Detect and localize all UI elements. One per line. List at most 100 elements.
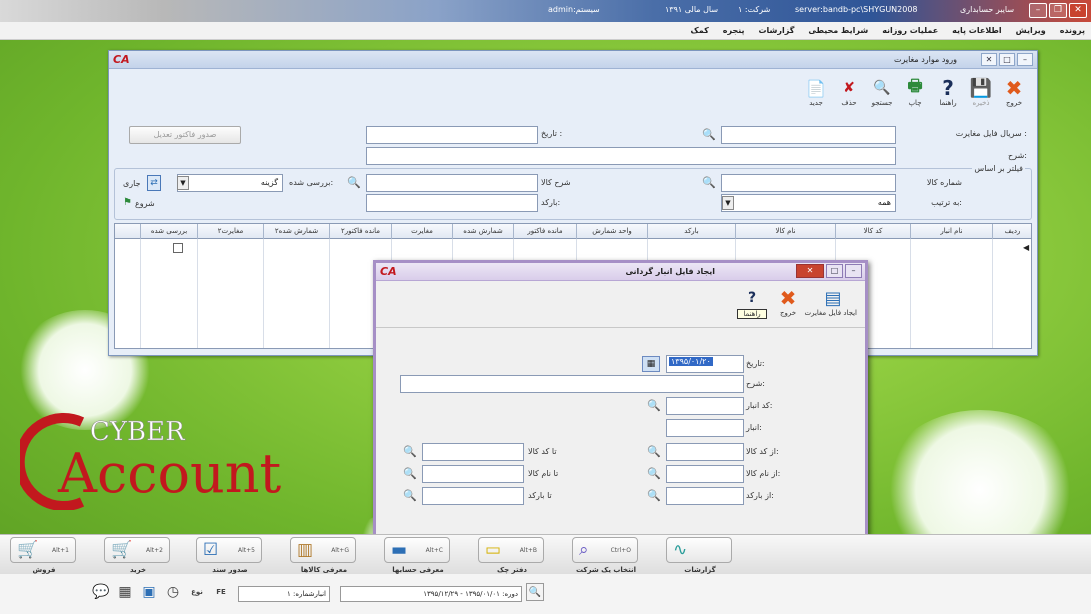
checked-select[interactable]: گزینه xyxy=(177,174,283,192)
module-reports[interactable]: ∿ xyxy=(666,537,732,563)
to-name-input[interactable] xyxy=(422,465,524,483)
description-input[interactable] xyxy=(366,147,896,165)
maximize-icon[interactable]: □ xyxy=(999,53,1015,66)
serial-input[interactable] xyxy=(721,126,896,144)
new-icon: 📄 xyxy=(806,78,826,98)
calculator-icon[interactable]: ▦ xyxy=(116,583,134,601)
to-barcode-input[interactable] xyxy=(422,487,524,505)
minimize-icon[interactable]: – xyxy=(1017,53,1033,66)
search-icon[interactable]: 🔍 xyxy=(402,488,418,504)
module-label: گزارشات xyxy=(684,566,716,574)
search-icon[interactable]: 🔍 xyxy=(346,175,362,191)
menu-reports[interactable]: گزارشات xyxy=(758,26,794,35)
to-code-input[interactable] xyxy=(422,443,524,461)
close-icon[interactable]: ✕ xyxy=(1069,3,1087,18)
date-input[interactable] xyxy=(366,126,538,144)
grid-header-cell: مغایرت۲ xyxy=(197,224,263,239)
minimize-icon[interactable]: – xyxy=(1029,3,1047,18)
search-icon[interactable]: 🔍 xyxy=(646,444,662,460)
menu-help[interactable]: کمک xyxy=(691,26,709,35)
maximize-icon[interactable]: □ xyxy=(826,264,843,278)
grid-header: ردیف نام انبار کد کالا نام کالا بارکد وا… xyxy=(115,224,1031,239)
grid-header-cell: بررسی شده xyxy=(140,224,197,239)
calendar-icon[interactable]: ▣ xyxy=(140,583,158,601)
from-code-input[interactable] xyxy=(666,443,744,461)
module-goods[interactable]: ▥ Alt+G xyxy=(290,537,356,563)
menu-edit[interactable]: ویرایش xyxy=(1016,26,1046,35)
search-icon[interactable]: 🔍 xyxy=(646,398,662,414)
menu-window[interactable]: پنجره xyxy=(723,26,745,35)
goods-desc-label: شرح کالا xyxy=(541,178,571,187)
delete-button[interactable]: ✘ حذف xyxy=(834,77,864,107)
exit-button[interactable]: ✖ خروج xyxy=(773,286,803,319)
clock-icon[interactable]: ◷ xyxy=(164,583,182,601)
help-icon: ? xyxy=(747,290,757,306)
chevron-down-icon[interactable]: ▼ xyxy=(722,196,734,210)
from-name-label: از نام کالا: xyxy=(746,469,781,478)
help-button[interactable]: ? راهنما xyxy=(933,76,963,107)
menu-environment[interactable]: شرایط محیطی xyxy=(808,26,868,35)
chevron-down-icon[interactable]: ▼ xyxy=(177,176,189,190)
flag-icon[interactable]: ⚑ xyxy=(123,197,132,208)
from-barcode-label: از بارکد: xyxy=(746,491,774,500)
grid-header-cell: شمارش شده xyxy=(452,224,513,239)
voucher-icon: ☑ xyxy=(203,540,219,560)
from-code-label: از کد کالا: xyxy=(746,447,779,456)
grid-header-cell: مانده فاکتور xyxy=(513,224,576,239)
restore-icon[interactable]: ❐ xyxy=(1049,3,1067,18)
store-input[interactable] xyxy=(666,419,744,437)
print-button[interactable]: 🖶 چاپ xyxy=(900,76,930,108)
dialog-desc-input[interactable] xyxy=(400,375,744,393)
dialog-window-buttons: ✕ □ – xyxy=(796,264,862,278)
checked-checkbox[interactable] xyxy=(173,243,183,253)
logo-graphic: CYBER Account xyxy=(14,413,282,511)
apply-filter-icon[interactable]: ⇄ xyxy=(147,175,161,191)
menu-daily-ops[interactable]: عملیات روزانه xyxy=(882,26,938,35)
search-icon[interactable]: 🔍 xyxy=(402,466,418,482)
store-code-input[interactable] xyxy=(666,397,744,415)
minimize-icon[interactable]: – xyxy=(845,264,862,278)
dialog-desc-label: شرح: xyxy=(746,379,765,388)
from-barcode-input[interactable] xyxy=(666,487,744,505)
calendar-icon[interactable]: ▦ xyxy=(642,356,660,372)
module-accounts[interactable]: ▬ Alt+C xyxy=(384,537,450,563)
help-button[interactable]: ? راهنما xyxy=(737,287,767,319)
checked-label: بررسی شده: xyxy=(289,178,334,187)
grid-header-cell: مانده فاکتور۲ xyxy=(329,224,391,239)
dialog-date-input[interactable]: ۱۳۹۵/۰۱/۲۰ xyxy=(666,355,744,373)
to-name-label: تا نام کالا xyxy=(528,469,559,478)
barcode-input[interactable] xyxy=(366,194,538,212)
search-icon[interactable]: 🔍 xyxy=(646,466,662,482)
barcode-label: بارکد: xyxy=(541,198,561,207)
search-icon[interactable]: 🔍 xyxy=(701,127,717,143)
close-icon[interactable]: ✕ xyxy=(796,264,824,278)
close-icon[interactable]: ✕ xyxy=(981,53,997,66)
cyber-account-logo: CYBER Account xyxy=(14,410,360,511)
main-toolbar: ✖ خروج 💾 ذخیره ? راهنما 🖶 چاپ 🔍 جستجو ✘ … xyxy=(801,76,1029,108)
module-checkbook[interactable]: ▭ Alt+B xyxy=(478,537,544,563)
module-purchase[interactable]: 🛒 Alt+2 xyxy=(104,537,170,563)
create-file-button[interactable]: ▤ ایجاد فایل مغایرت xyxy=(805,287,858,319)
menu-base-data[interactable]: اطلاعات پایه xyxy=(952,26,1002,35)
goods-code-input[interactable] xyxy=(721,174,896,192)
from-name-input[interactable] xyxy=(666,465,744,483)
module-sales[interactable]: 🛒 Alt+1 xyxy=(10,537,76,563)
module-voucher[interactable]: ☑ Alt+5 xyxy=(196,537,262,563)
search-icon[interactable]: 🔍 xyxy=(526,583,544,601)
search-button[interactable]: 🔍 جستجو xyxy=(867,77,897,107)
search-icon[interactable]: 🔍 xyxy=(402,444,418,460)
search-icon[interactable]: 🔍 xyxy=(646,488,662,504)
search-icon[interactable]: 🔍 xyxy=(701,175,717,191)
menu-file[interactable]: پرونده xyxy=(1060,26,1085,35)
order-select[interactable]: همه xyxy=(721,194,896,212)
goods-desc-input[interactable] xyxy=(366,174,538,192)
new-button[interactable]: 📄 جدید xyxy=(801,77,831,108)
save-button[interactable]: 💾 ذخیره xyxy=(966,77,996,108)
close-icon: ✖ xyxy=(1005,76,1023,100)
issue-adjust-invoice-button[interactable]: صدور فاکتور تعدیل xyxy=(129,126,241,144)
exit-button[interactable]: ✖ خروج xyxy=(999,76,1029,107)
module-label: دفتر چک xyxy=(496,566,528,574)
module-company[interactable]: ⌕ Ctrl+O xyxy=(572,537,638,563)
module-label: فروش xyxy=(32,566,56,574)
chat-icon[interactable]: 💬 xyxy=(92,583,110,601)
